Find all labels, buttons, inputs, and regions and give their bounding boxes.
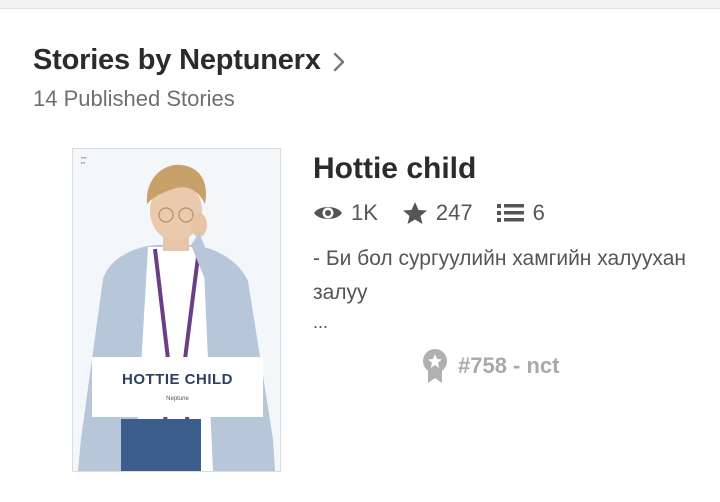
cover-corner-text: ▪▪▪▪ ▪▪▪ — [81, 155, 87, 165]
cover-image — [73, 149, 280, 471]
story-rank[interactable]: #758 - nct — [422, 348, 560, 384]
story-title[interactable]: Hottie child — [313, 152, 476, 186]
cover-author: Neptune — [166, 396, 189, 402]
star-icon — [402, 202, 427, 224]
list-icon — [496, 204, 524, 222]
reads-stat: 1K — [313, 200, 378, 226]
parts-count: 6 — [532, 200, 545, 225]
votes-stat: 247 — [402, 200, 473, 226]
ribbon-badge-icon — [423, 349, 447, 383]
description-ellipsis: ... — [313, 312, 329, 332]
parts-stat: 6 — [496, 200, 545, 226]
stories-header-link[interactable]: Stories by Neptunerx — [33, 44, 345, 77]
chevron-right-icon — [333, 52, 344, 71]
published-count: 14 Published Stories — [33, 86, 235, 111]
story-description: - Би бол сургуулийн хамгийн халуухан зал… — [313, 247, 686, 304]
top-bar — [0, 0, 720, 9]
header-title: Stories by Neptunerx — [33, 44, 321, 76]
eye-icon — [314, 207, 342, 219]
story-stats: 1K 247 6 — [313, 200, 569, 226]
cover-title: HOTTIE CHILD — [122, 371, 233, 388]
rank-text: #758 - nct — [458, 353, 560, 378]
reads-count: 1K — [351, 200, 378, 225]
story-cover[interactable]: ▪▪▪▪ ▪▪▪ HOTTIE CHILD Neptune — [72, 148, 281, 472]
cover-banner: HOTTIE CHILD Neptune — [92, 357, 263, 417]
votes-count: 247 — [435, 200, 473, 225]
